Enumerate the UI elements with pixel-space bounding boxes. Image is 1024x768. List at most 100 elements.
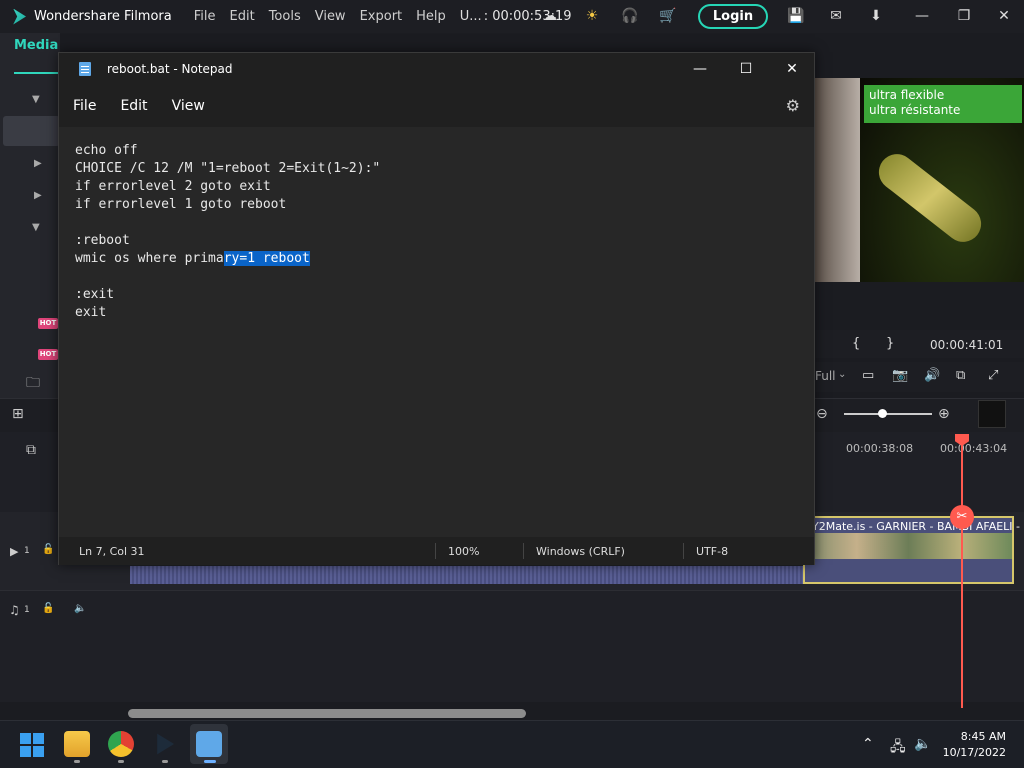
zoom-in-icon[interactable]: ⊕ xyxy=(938,406,950,422)
login-button[interactable]: Login xyxy=(698,4,768,29)
chevron-up-icon[interactable]: ⌃ xyxy=(862,736,874,752)
mail-icon[interactable]: ✉ xyxy=(826,6,846,26)
chevron-down-icon[interactable]: ▼ xyxy=(32,222,40,233)
grid-icon[interactable]: ⊞ xyxy=(12,406,24,422)
status-divider xyxy=(683,543,684,559)
volume-icon[interactable]: 🔊 xyxy=(924,368,940,383)
notepad-menu-bar: File Edit View xyxy=(59,89,814,123)
notepad-menu-file[interactable]: File xyxy=(73,98,96,114)
notepad-status-bar: Ln 7, Col 31 100% Windows (CRLF) UTF-8 xyxy=(59,537,814,565)
running-indicator xyxy=(118,760,124,763)
text-selection: ry=1 reboot xyxy=(223,251,310,266)
preview-banner-line1: ultra flexible xyxy=(869,88,945,102)
code-line: exit xyxy=(75,305,107,320)
code-line: echo off xyxy=(75,143,138,158)
tab-media-underline xyxy=(14,72,58,74)
code-line: :reboot xyxy=(75,233,130,248)
code-line: :exit xyxy=(75,287,115,302)
lock-icon[interactable]: 🔓 xyxy=(42,544,54,555)
filmora-app-name: Wondershare Filmora xyxy=(34,9,172,24)
filmora-menu-export[interactable]: Export xyxy=(360,9,403,24)
code-line-7: wmic os where primary=1 reboot xyxy=(75,250,380,268)
mark-in-icon[interactable]: { xyxy=(852,336,860,351)
clock-time[interactable]: 8:45 AM xyxy=(940,730,1006,743)
tab-media[interactable]: Media xyxy=(14,38,58,53)
maximize-icon[interactable]: ☐ xyxy=(723,53,769,85)
running-indicator xyxy=(74,760,80,763)
chrome-icon[interactable] xyxy=(108,731,134,757)
close-icon[interactable]: ✕ xyxy=(769,53,815,85)
sun-icon[interactable]: ☀ xyxy=(582,6,602,26)
add-track-icon[interactable]: ⧉ xyxy=(26,442,36,458)
mark-out-icon[interactable]: } xyxy=(886,336,894,351)
track-height-icon[interactable] xyxy=(978,400,1006,428)
filmora-project-name: U... xyxy=(459,9,482,24)
library-selected-item[interactable] xyxy=(3,116,60,146)
lock-icon[interactable]: 🔓 xyxy=(42,603,54,614)
filmora-menu-file[interactable]: File xyxy=(194,9,216,24)
preview-timecode: 00:00:41:01 xyxy=(930,338,1004,352)
save-icon[interactable]: 💾 xyxy=(786,6,806,26)
clip-label: Y2Mate.is - GARNIER - BAMBI AFAELI - xyxy=(812,520,1021,533)
notepad-text-area[interactable]: echo off CHOICE /C 12 /M "1=reboot 2=Exit… xyxy=(59,127,814,537)
notepad-title: reboot.bat - Notepad xyxy=(107,62,233,76)
cloud-icon[interactable]: ☁ xyxy=(540,6,560,26)
running-indicator xyxy=(162,760,168,763)
notepad-taskbar-icon[interactable] xyxy=(196,731,222,757)
camera-icon[interactable]: 📷 xyxy=(892,368,908,383)
filmora-menu-help[interactable]: Help xyxy=(416,9,446,24)
minimize-icon[interactable]: — xyxy=(912,6,932,26)
windows-start-icon[interactable] xyxy=(20,733,44,757)
media-library-panel xyxy=(0,33,60,398)
restore-icon[interactable]: ❐ xyxy=(954,6,974,26)
audio-track xyxy=(0,590,1024,634)
chevron-right-icon[interactable]: ▶ xyxy=(34,190,42,201)
quality-select[interactable]: Full xyxy=(815,369,836,383)
active-indicator xyxy=(204,760,216,763)
status-divider xyxy=(435,543,436,559)
preview-banner: ultra flexible ultra résistante xyxy=(864,85,1022,123)
chevron-down-icon[interactable]: ▼ xyxy=(32,94,40,105)
music-note-icon: ♫ xyxy=(9,603,20,617)
video-track-number: 1 xyxy=(24,546,30,556)
cart-icon[interactable]: 🛒 xyxy=(658,6,678,26)
filmora-menu-tools[interactable]: Tools xyxy=(269,9,301,24)
code-text: echo off CHOICE /C 12 /M "1=reboot 2=Exit… xyxy=(75,142,380,322)
scissors-icon[interactable]: ✂ xyxy=(950,505,974,529)
code-line: if errorlevel 1 goto reboot xyxy=(75,197,287,212)
status-divider xyxy=(523,543,524,559)
hot-badge: HOT xyxy=(38,349,58,360)
file-explorer-icon[interactable] xyxy=(64,731,90,757)
notepad-menu-view[interactable]: View xyxy=(172,98,205,114)
zoom-out-icon[interactable]: ⊖ xyxy=(816,406,828,422)
filmora-menu-view[interactable]: View xyxy=(315,9,346,24)
audio-track-number: 1 xyxy=(24,605,30,615)
zoom-slider-handle[interactable] xyxy=(878,409,887,418)
speaker-icon[interactable]: 🔈 xyxy=(74,603,86,614)
display-icon[interactable]: ▭ xyxy=(862,368,874,383)
notepad-window: reboot.bat - Notepad — ☐ ✕ File Edit Vie… xyxy=(58,52,815,565)
code-unselected-text: wmic os where prima xyxy=(75,251,224,266)
headset-icon[interactable]: 🎧 xyxy=(620,6,640,26)
new-folder-icon[interactable]: 🗀 xyxy=(26,372,40,396)
timeline-scrollbar[interactable] xyxy=(128,709,526,718)
clock-date[interactable]: 10/17/2022 xyxy=(940,746,1006,759)
playhead-line[interactable] xyxy=(961,440,963,708)
status-line-ending: Windows (CRLF) xyxy=(536,545,625,558)
download-icon[interactable]: ⬇ xyxy=(866,6,886,26)
zoom-slider-track[interactable] xyxy=(844,413,932,415)
preview-banner-line2: ultra résistante xyxy=(869,103,961,117)
notepad-menu-edit[interactable]: Edit xyxy=(120,98,147,114)
close-icon[interactable]: ✕ xyxy=(994,6,1014,26)
volume-icon[interactable]: 🔈 xyxy=(914,736,931,752)
clip-thumbnails xyxy=(805,533,1012,559)
minimize-icon[interactable]: — xyxy=(677,53,723,85)
filmora-menu-edit[interactable]: Edit xyxy=(230,9,255,24)
gear-icon[interactable]: ⚙ xyxy=(786,96,800,115)
fullscreen-icon[interactable]: ⤢ xyxy=(988,368,998,383)
network-icon[interactable]: 🖧 xyxy=(890,736,906,760)
pip-icon[interactable]: ⧉ xyxy=(956,368,965,383)
chevron-down-icon[interactable]: ⌄ xyxy=(838,369,846,380)
chevron-right-icon[interactable]: ▶ xyxy=(34,158,42,169)
